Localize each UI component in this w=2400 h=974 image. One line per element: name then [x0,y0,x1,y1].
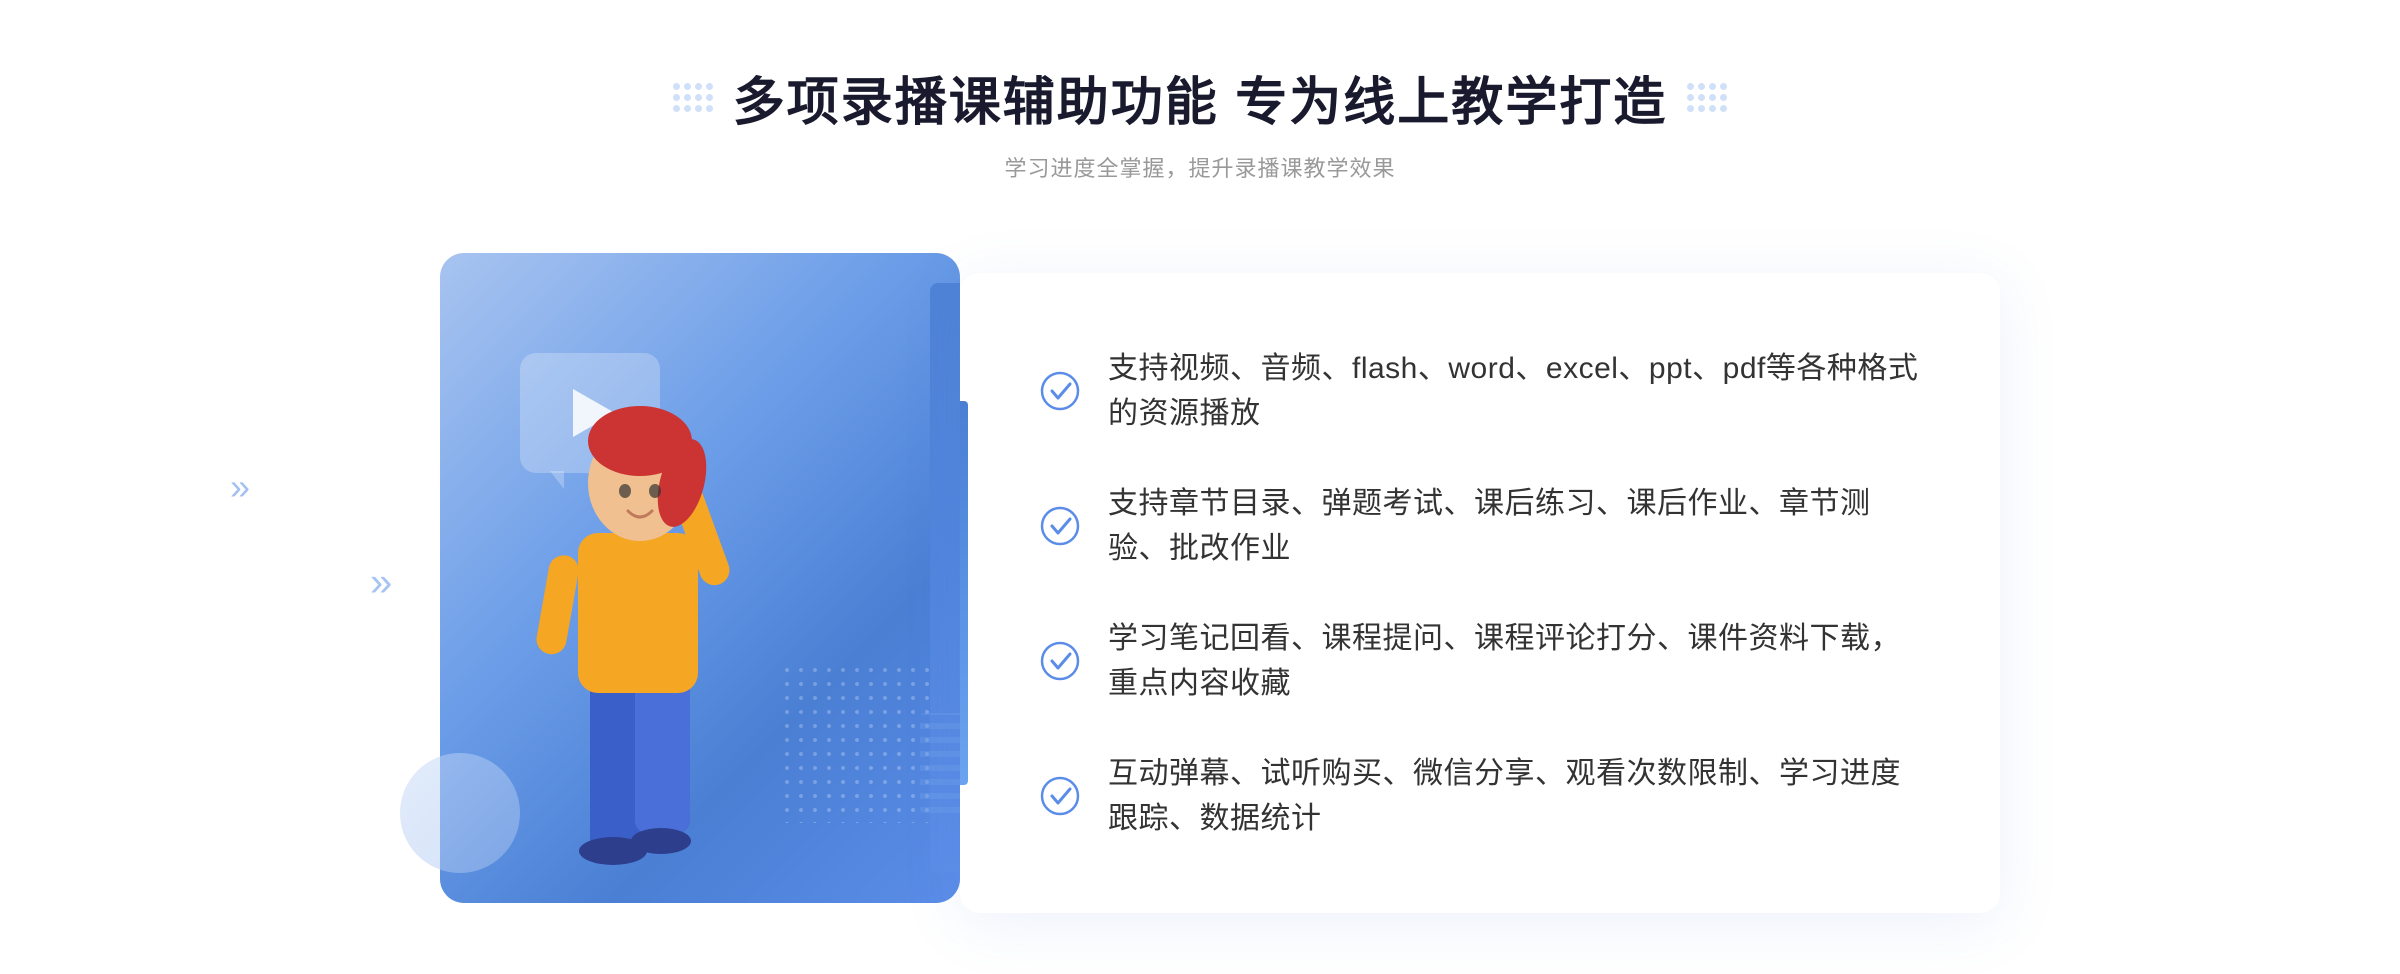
feature-text-1: 支持视频、音频、flash、word、excel、ppt、pdf等各种格式的资源… [1108,346,1920,436]
main-title: 多项录播课辅助功能 专为线上教学打造 [733,60,1667,135]
features-panel: 支持视频、音频、flash、word、excel、ppt、pdf等各种格式的资源… [960,273,2000,913]
page-container: » 多项录播课辅助功能 专为线上教学打造 学习进度全掌握，提升录播课教学效果 [0,0,2400,974]
title-deco-left [673,83,713,112]
page-deco-arrows-left: » [230,466,250,508]
person-figure [460,353,820,933]
title-row: 多项录播课辅助功能 专为线上教学打造 [673,60,1727,135]
check-icon-3 [1040,641,1080,681]
feature-item-4: 互动弹幕、试听购买、微信分享、观看次数限制、学习进度跟踪、数据统计 [1040,743,1920,849]
check-icon-2 [1040,506,1080,546]
check-icon-1 [1040,371,1080,411]
illustration-section: » [400,233,980,933]
check-icon-4 [1040,776,1080,816]
panel-left-accent [960,401,968,785]
feature-item-1: 支持视频、音频、flash、word、excel、ppt、pdf等各种格式的资源… [1040,338,1920,444]
deco-circle-bottom-left [400,753,520,873]
feature-text-3: 学习笔记回看、课程提问、课程评论打分、课件资料下载，重点内容收藏 [1108,616,1920,706]
feature-item-3: 学习笔记回看、课程提问、课程评论打分、课件资料下载，重点内容收藏 [1040,608,1920,714]
content-area: » 支持视频、音频、flash、word、excel、ppt、pdf等各种格式的… [400,233,2000,953]
feature-text-2: 支持章节目录、弹题考试、课后练习、课后作业、章节测验、批改作业 [1108,481,1920,571]
header-section: 多项录播课辅助功能 专为线上教学打造 学习进度全掌握，提升录播课教学效果 [673,60,1727,183]
feature-item-2: 支持章节目录、弹题考试、课后练习、课后作业、章节测验、批改作业 [1040,473,1920,579]
sub-title: 学习进度全掌握，提升录播课教学效果 [673,151,1727,183]
deco-left-arrows: » [370,561,392,606]
title-deco-right [1687,83,1727,112]
feature-text-4: 互动弹幕、试听购买、微信分享、观看次数限制、学习进度跟踪、数据统计 [1108,751,1920,841]
